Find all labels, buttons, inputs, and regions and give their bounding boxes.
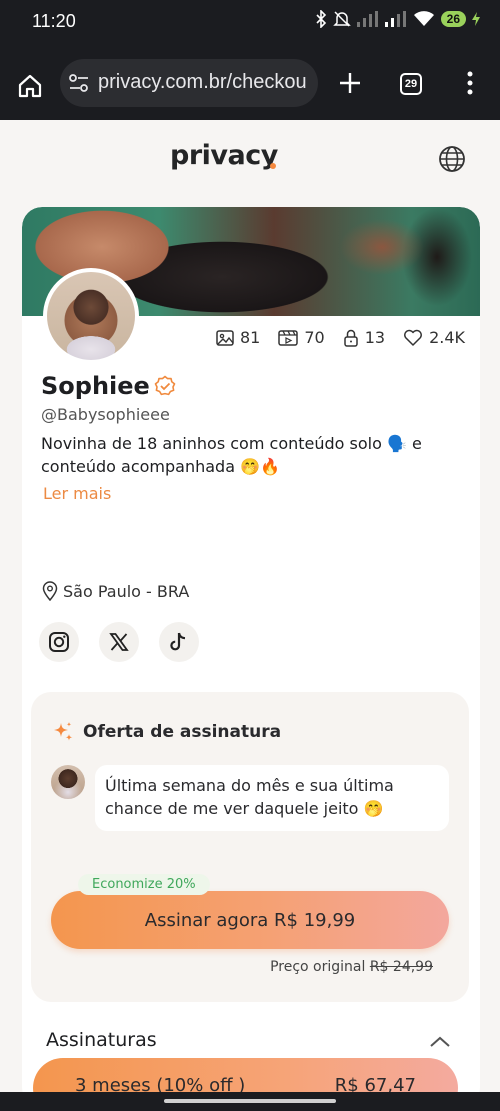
status-icons: 26: [315, 10, 480, 28]
status-time: 11:20: [32, 11, 76, 31]
profile-location: São Paulo - BRA: [41, 581, 189, 601]
video-icon: [278, 329, 299, 346]
profile-name: Sophiee: [41, 372, 176, 400]
instagram-button[interactable]: [39, 622, 79, 662]
read-more-link[interactable]: Ler mais: [43, 484, 111, 503]
verified-badge-icon: [154, 375, 176, 396]
stat-videos[interactable]: 70: [278, 328, 325, 347]
sparkle-icon: [54, 722, 73, 741]
image-icon: [216, 329, 234, 346]
original-price-value: R$ 24,99: [369, 959, 433, 975]
url-text: privacy.com.br/checkou: [98, 71, 307, 93]
browser-toolbar: privacy.com.br/checkou 29: [0, 44, 500, 120]
battery-indicator: 26: [440, 11, 466, 27]
address-bar[interactable]: privacy.com.br/checkou: [60, 59, 318, 107]
location-text: São Paulo - BRA: [63, 581, 190, 601]
stat-likes[interactable]: 2.4K: [403, 328, 465, 347]
instagram-icon: [49, 632, 69, 652]
bluetooth-icon: [316, 10, 326, 28]
profile-name-text: Sophiee: [41, 372, 150, 400]
stat-photos[interactable]: 81: [216, 328, 260, 347]
locked-count: 13: [364, 328, 386, 347]
avatar[interactable]: [43, 268, 139, 364]
location-pin-icon: [42, 581, 58, 601]
tab-switcher-button[interactable]: 29: [400, 73, 422, 95]
charging-icon: [472, 12, 480, 26]
new-tab-icon[interactable]: [336, 69, 364, 97]
original-price: Preço original R$ 24,99: [270, 959, 433, 975]
mute-icon: [332, 11, 351, 27]
photos-count: 81: [240, 328, 261, 347]
tiktok-icon: [170, 632, 186, 651]
gesture-handle[interactable]: [164, 1099, 336, 1103]
subscribe-now-button[interactable]: Assinar agora R$ 19,99: [51, 891, 449, 949]
logo-accent-dot: [270, 163, 276, 169]
x-twitter-button[interactable]: [99, 622, 139, 662]
tiktok-button[interactable]: [159, 622, 199, 662]
system-nav-bar: [0, 1092, 500, 1111]
signal-icon-2: [384, 11, 406, 27]
signal-icon: [356, 11, 378, 27]
chevron-up-icon[interactable]: [428, 1032, 452, 1052]
site-logo[interactable]: privacy: [170, 140, 278, 171]
home-icon[interactable]: [16, 72, 44, 100]
globe-icon[interactable]: [437, 144, 467, 174]
videos-count: 70: [304, 328, 325, 347]
profile-card: 81 70 13 2.4K Sophiee @Babysophieee Novi…: [22, 207, 480, 1107]
profile-stats: 81 70 13 2.4K: [216, 328, 465, 347]
offer-title: Oferta de assinatura: [51, 720, 281, 744]
offer-title-text: Oferta de assinatura: [83, 722, 282, 742]
offer-message: Última semana do mês e sua última chance…: [95, 765, 449, 831]
x-icon: [109, 633, 129, 651]
offer-avatar: [51, 765, 85, 799]
stat-locked[interactable]: 13: [343, 328, 385, 347]
more-menu-icon[interactable]: [462, 69, 478, 97]
subscription-offer: Oferta de assinatura Última semana do mê…: [31, 692, 469, 1002]
heart-icon: [404, 329, 423, 346]
wifi-icon: [413, 11, 434, 26]
discount-badge: Economize 20%: [78, 874, 210, 895]
site-settings-icon[interactable]: [68, 73, 90, 93]
profile-bio: Novinha de 18 aninhos com conteúdo solo …: [41, 434, 422, 476]
original-price-label: Preço original: [270, 959, 366, 975]
lock-icon: [343, 329, 358, 347]
subscriptions-title: Assinaturas: [46, 1029, 157, 1051]
status-bar: 11:20 26: [0, 0, 500, 44]
profile-handle: @Babysophieee: [41, 405, 170, 424]
likes-count: 2.4K: [429, 328, 466, 347]
social-links: [39, 622, 199, 662]
